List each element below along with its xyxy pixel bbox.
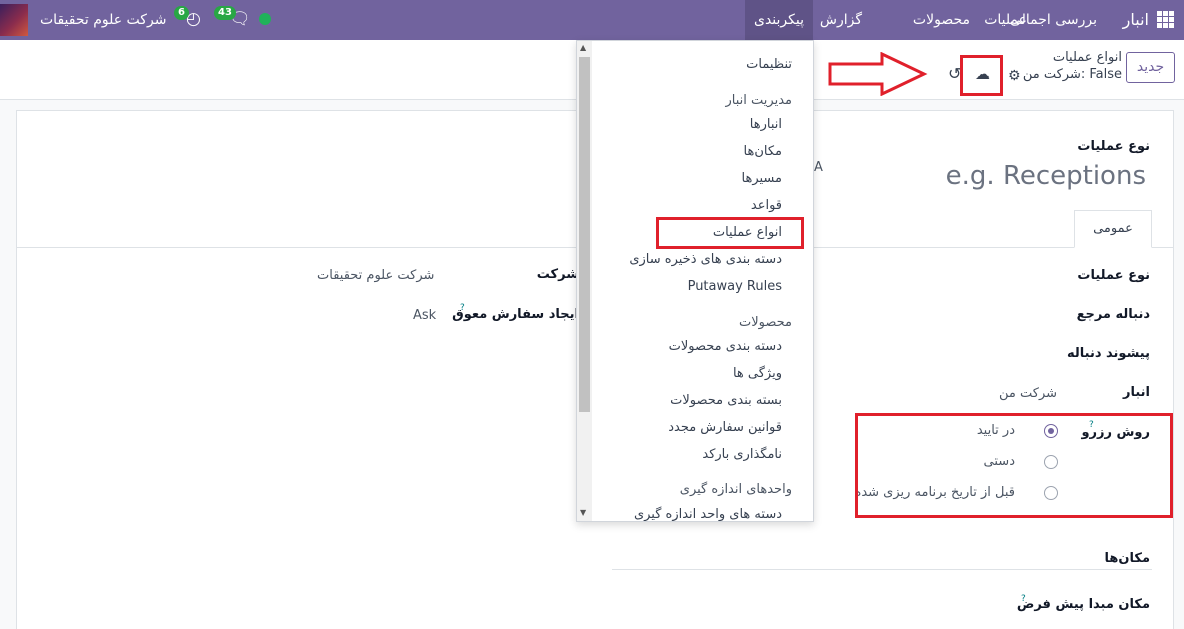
company-value[interactable]: شرکت علوم تحقیقات <box>317 268 434 283</box>
scroll-up-arrow-icon[interactable]: ▲ <box>580 43 586 52</box>
dd-item-product-packagings[interactable]: بسته بندی محصولات <box>670 393 782 408</box>
menu-configuration[interactable]: پیکربندی <box>745 0 813 40</box>
scroll-down-arrow-icon[interactable]: ▼ <box>580 508 586 517</box>
sequence-label: دنباله مرجع <box>1076 307 1150 322</box>
warehouse-label: انبار <box>1122 385 1150 400</box>
activities-badge: 6 <box>174 6 189 20</box>
dd-item-reordering-rules[interactable]: قوانین سفارش مجدد <box>668 420 782 435</box>
dd-item-barcode-nomenclatures[interactable]: نامگذاری بارکد <box>702 447 782 462</box>
operation-type-label: نوع عملیات <box>1077 268 1150 283</box>
app-name[interactable]: انبار <box>1123 0 1149 40</box>
dd-item-rules[interactable]: قواعد <box>751 198 782 213</box>
breadcrumb-parent[interactable]: انواع عملیات <box>1053 50 1122 65</box>
dd-item-product-categories[interactable]: دسته بندی محصولات <box>669 339 782 354</box>
dd-item-settings[interactable]: تنظیمات <box>746 57 792 72</box>
default-source-help-icon[interactable]: ? <box>1021 594 1026 604</box>
title-input[interactable]: e.g. Receptions <box>946 161 1146 191</box>
title-label: نوع عملیات <box>1077 139 1150 154</box>
dd-item-putaway-rules[interactable]: Putaway Rules <box>688 279 782 294</box>
menu-products[interactable]: محصولات <box>913 0 970 40</box>
company-avatar[interactable] <box>0 4 28 36</box>
annotation-arrow-icon <box>828 52 928 96</box>
dd-header-warehouse-management: مدیریت انبار <box>725 93 793 108</box>
tab-general[interactable]: عمومی <box>1074 210 1152 248</box>
dropdown-scroll-thumb[interactable] <box>579 57 590 412</box>
top-navbar: انبار بررسی اجمالی عملیات محصولات گزارش … <box>0 0 1184 40</box>
dd-item-storage-categories[interactable]: دسته بندی های ذخیره سازی <box>629 252 782 267</box>
company-switcher[interactable]: شرکت علوم تحقیقات <box>40 0 166 40</box>
new-button[interactable]: جدید <box>1126 52 1175 83</box>
presence-dot <box>259 13 271 25</box>
highlight-save-box <box>960 55 1003 96</box>
dd-header-products: محصولات <box>739 315 792 330</box>
backorder-help-icon[interactable]: ? <box>460 303 465 313</box>
backorder-label: ایجاد سفارش معوق <box>452 307 579 322</box>
locations-section-title: مکان‌ها <box>1104 551 1150 566</box>
highlight-reservation-box <box>855 413 1173 518</box>
partial-text: A <box>814 160 823 175</box>
dd-item-uom-categories[interactable]: دسته های واحد اندازه گیری <box>634 507 782 521</box>
company-label: شرکت <box>536 267 579 282</box>
default-source-label: مکان مبدا پیش فرض <box>1016 597 1150 612</box>
dd-item-attributes[interactable]: ویژگی ها <box>733 366 782 381</box>
sequence-prefix-label: پیشوند دنباله <box>1067 346 1150 361</box>
apps-grid-icon[interactable] <box>1157 11 1174 28</box>
highlight-operation-types-box <box>656 217 804 249</box>
locations-separator <box>612 569 1152 570</box>
messages-badge: 43 <box>214 6 236 20</box>
menu-operations[interactable]: عملیات <box>984 0 1027 40</box>
dd-item-routes[interactable]: مسیرها <box>742 171 782 186</box>
menu-reporting[interactable]: گزارش <box>814 0 868 40</box>
backorder-value[interactable]: Ask <box>413 308 436 323</box>
gear-icon[interactable]: ⚙ <box>1008 68 1021 84</box>
dd-item-locations[interactable]: مکان‌ها <box>744 144 782 159</box>
dd-header-units-of-measure: واحدهای اندازه گیری <box>679 482 792 497</box>
warehouse-value[interactable]: شرکت من <box>999 386 1057 401</box>
dd-item-warehouses[interactable]: انبارها <box>750 117 782 132</box>
breadcrumb-record: شرکت من: False <box>1022 67 1122 82</box>
configuration-dropdown: ▲ ▼ تنظیمات مدیریت انبار انبارها مکان‌ها… <box>576 40 814 522</box>
